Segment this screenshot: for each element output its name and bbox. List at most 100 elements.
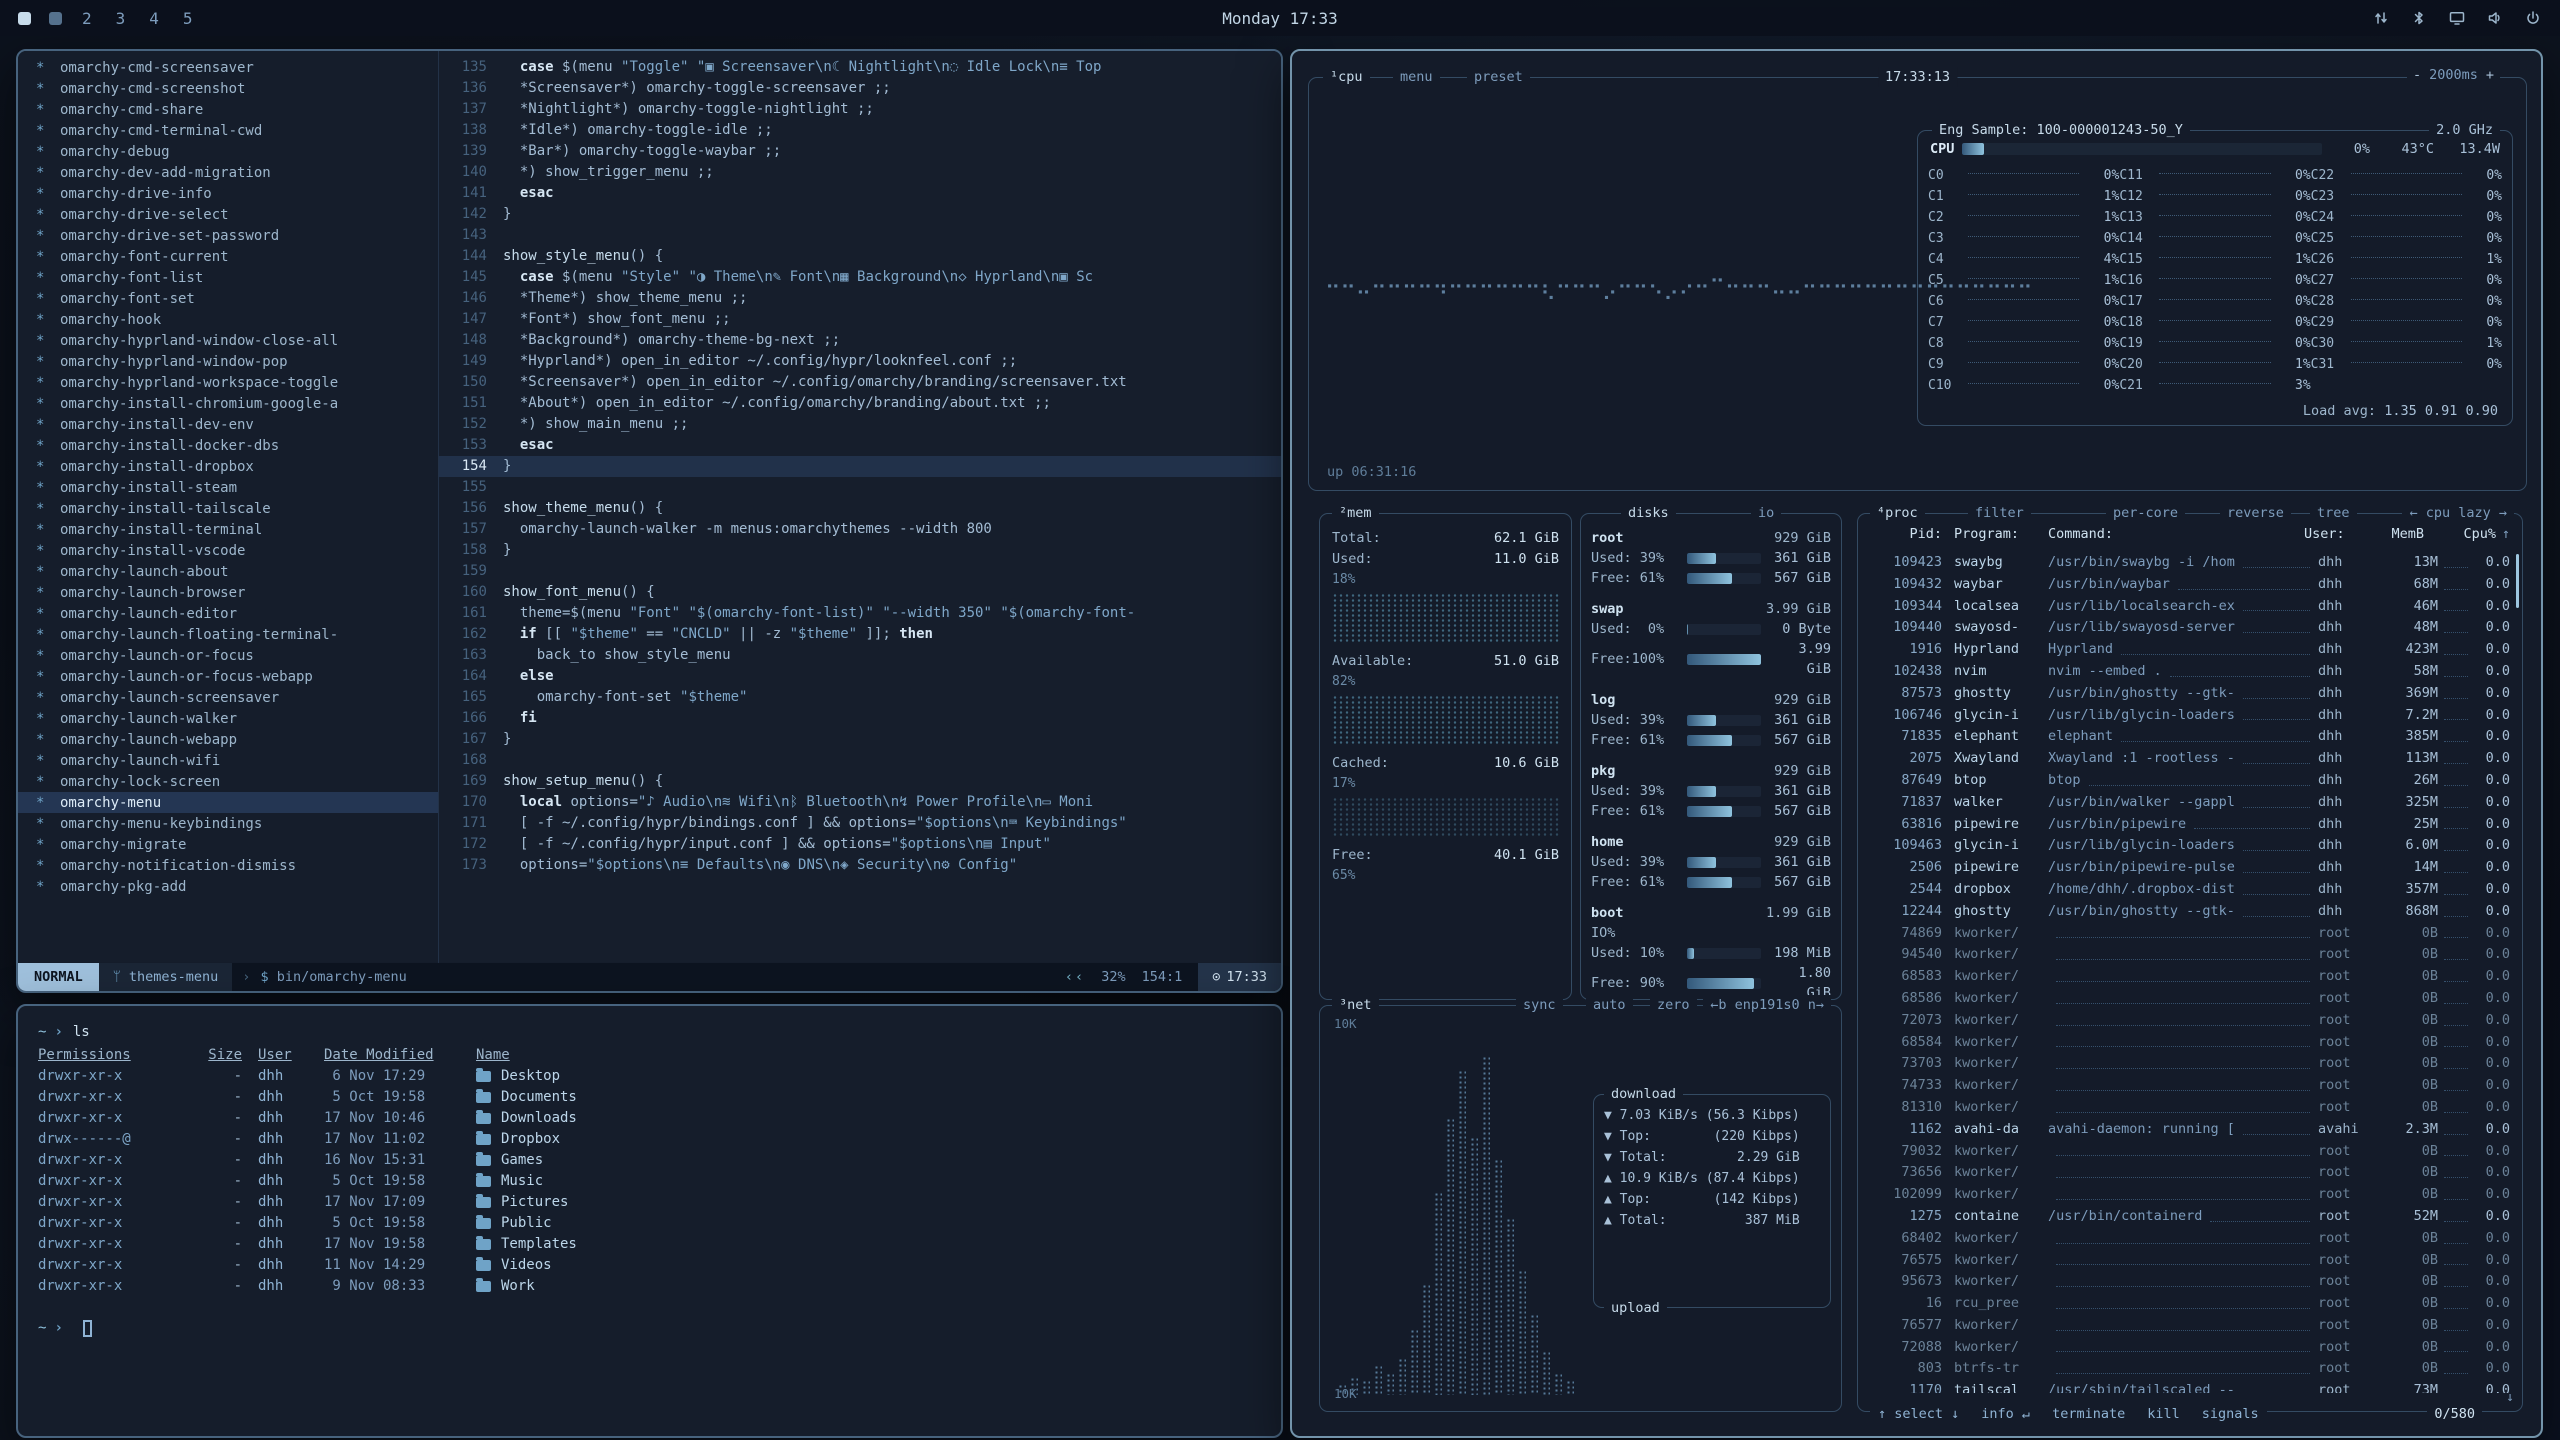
scroll-down-indicator[interactable]: ↓ (2506, 1390, 2514, 1405)
process-row[interactable]: 76575 kworker/ root 0B 0.0 (1868, 1250, 2510, 1272)
net-auto-toggle[interactable]: auto (1586, 995, 1633, 1015)
process-row[interactable]: 63816 pipewire /usr/bin/pipewire dhh 25M… (1868, 814, 2510, 836)
file-list-item[interactable]: * omarchy-launch-editor (18, 603, 438, 624)
menu-button[interactable]: menu (1393, 67, 1440, 87)
power-icon[interactable] (2524, 9, 2542, 27)
proc-tab[interactable]: ⁴proc (1870, 503, 1925, 523)
io-tab[interactable]: io (1751, 503, 1781, 523)
proc-filter-button[interactable]: filter (1968, 503, 2031, 523)
process-row[interactable]: 71835 elephant elephant dhh 385M 0.0 (1868, 726, 2510, 748)
file-list-item[interactable]: * omarchy-drive-info (18, 183, 438, 204)
process-row[interactable]: 87649 btop btop dhh 26M 0.0 (1868, 770, 2510, 792)
file-list-item[interactable]: * omarchy-font-list (18, 267, 438, 288)
code-line[interactable]: 158 } (439, 540, 1281, 561)
code-line[interactable]: 149 *Hyprland*) open_in_editor ~/.config… (439, 351, 1281, 372)
process-row[interactable]: 68586 kworker/ root 0B 0.0 (1868, 988, 2510, 1010)
net-sync-toggle[interactable]: sync (1516, 995, 1563, 1015)
file-list-item[interactable]: * omarchy-cmd-screenshot (18, 78, 438, 99)
display-icon[interactable] (2448, 9, 2466, 27)
process-row[interactable]: 68583 kworker/ root 0B 0.0 (1868, 966, 2510, 988)
btop-window[interactable]: ¹cpu menu preset 17:33:13 - 2000ms + ⠒⠒⠤… (1290, 49, 2543, 1438)
process-row[interactable]: 109423 swaybg /usr/bin/swaybg -i /hom dh… (1868, 552, 2510, 574)
code-line[interactable]: 139 *Bar*) omarchy-toggle-waybar ;; (439, 141, 1281, 162)
file-list-item[interactable]: * omarchy-menu (18, 792, 438, 813)
code-line[interactable]: 164 else (439, 666, 1281, 687)
workspace-icon[interactable] (49, 12, 62, 25)
code-line[interactable]: 157 omarchy-launch-walker -m menus:omarc… (439, 519, 1281, 540)
process-row[interactable]: 94540 kworker/ root 0B 0.0 (1868, 944, 2510, 966)
file-list-item[interactable]: * omarchy-launch-webapp (18, 729, 438, 750)
action-item[interactable]: kill (2147, 1406, 2180, 1422)
file-list-item[interactable]: * omarchy-install-dropbox (18, 456, 438, 477)
cpu-tab[interactable]: ¹cpu (1323, 67, 1370, 87)
file-list-item[interactable]: * omarchy-launch-about (18, 561, 438, 582)
net-zero-toggle[interactable]: zero (1650, 995, 1697, 1015)
code-line[interactable]: 156 show_theme_menu() { (439, 498, 1281, 519)
code-line[interactable]: 142 } (439, 204, 1281, 225)
code-line[interactable]: 162 if [[ "$theme" == "CNCLD" || -z "$th… (439, 624, 1281, 645)
file-list-item[interactable]: * omarchy-cmd-terminal-cwd (18, 120, 438, 141)
process-row[interactable]: 73703 kworker/ root 0B 0.0 (1868, 1053, 2510, 1075)
code-line[interactable]: 155 (439, 477, 1281, 498)
code-line[interactable]: 169 show_setup_menu() { (439, 771, 1281, 792)
workspace-item[interactable]: 3 (114, 9, 128, 28)
file-list-item[interactable]: * omarchy-cmd-screensaver (18, 57, 438, 78)
file-list-item[interactable]: * omarchy-hyprland-window-pop (18, 351, 438, 372)
process-row[interactable]: 102438 nvim nvim --embed . dhh 58M 0.0 (1868, 661, 2510, 683)
process-row[interactable]: 72073 kworker/ root 0B 0.0 (1868, 1010, 2510, 1032)
screen-share-icon[interactable] (2372, 9, 2390, 27)
file-list-item[interactable]: * omarchy-hook (18, 309, 438, 330)
code-line[interactable]: 167 } (439, 729, 1281, 750)
process-row[interactable]: 81310 kworker/ root 0B 0.0 (1868, 1097, 2510, 1119)
code-line[interactable]: 171 [ -f ~/.config/hypr/bindings.conf ] … (439, 813, 1281, 834)
file-list-item[interactable]: * omarchy-install-tailscale (18, 498, 438, 519)
file-list-item[interactable]: * omarchy-launch-floating-terminal- (18, 624, 438, 645)
process-row[interactable]: 74869 kworker/ root 0B 0.0 (1868, 923, 2510, 945)
process-row[interactable]: 109432 waybar /usr/bin/waybar dhh 68M 0.… (1868, 574, 2510, 596)
rate-decrease-button[interactable]: - (2413, 67, 2421, 83)
mem-tab[interactable]: ²mem (1332, 503, 1379, 523)
file-list-item[interactable]: * omarchy-pkg-add (18, 876, 438, 897)
process-row[interactable]: 95673 kworker/ root 0B 0.0 (1868, 1271, 2510, 1293)
code-line[interactable]: 172 [ -f ~/.config/hypr/input.conf ] && … (439, 834, 1281, 855)
file-list-item[interactable]: * omarchy-dev-add-migration (18, 162, 438, 183)
scroll-up-indicator[interactable]: ↑ (2496, 526, 2510, 542)
code-line[interactable]: 163 back_to show_style_menu (439, 645, 1281, 666)
code-line[interactable]: 145 case $(menu "Style" "◑ Theme\n✎ Font… (439, 267, 1281, 288)
file-list-item[interactable]: * omarchy-launch-browser (18, 582, 438, 603)
process-row[interactable]: 109463 glycin-i /usr/lib/glycin-loaders … (1868, 835, 2510, 857)
process-row[interactable]: 2506 pipewire /usr/bin/pipewire-pulse dh… (1868, 857, 2510, 879)
file-list-item[interactable]: * omarchy-notification-dismiss (18, 855, 438, 876)
code-line[interactable]: 146 *Theme*) show_theme_menu ;; (439, 288, 1281, 309)
file-list-item[interactable]: * omarchy-install-docker-dbs (18, 435, 438, 456)
code-line[interactable]: 153 esac (439, 435, 1281, 456)
net-interface-selector[interactable]: ←b enp191s0 n→ (1703, 995, 1831, 1015)
file-list-item[interactable]: * omarchy-launch-wifi (18, 750, 438, 771)
file-list-item[interactable]: * omarchy-lock-screen (18, 771, 438, 792)
code-line[interactable]: 143 (439, 225, 1281, 246)
process-row[interactable]: 12244 ghostty /usr/bin/ghostty --gtk- dh… (1868, 901, 2510, 923)
process-row[interactable]: 2544 dropbox /home/dhh/.dropbox-dist dhh… (1868, 879, 2510, 901)
file-list-item[interactable]: * omarchy-launch-walker (18, 708, 438, 729)
file-list-item[interactable]: * omarchy-drive-select (18, 204, 438, 225)
proc-tree-toggle[interactable]: tree (2310, 503, 2357, 523)
action-item[interactable]: terminate (2052, 1406, 2125, 1422)
code-line[interactable]: 150 *Screensaver*) open_in_editor ~/.con… (439, 372, 1281, 393)
file-list-item[interactable]: * omarchy-install-steam (18, 477, 438, 498)
net-tab[interactable]: ³net (1332, 995, 1379, 1015)
process-row[interactable]: 1275 containe /usr/bin/containerd root 5… (1868, 1206, 2510, 1228)
file-list-item[interactable]: * omarchy-cmd-share (18, 99, 438, 120)
file-list-item[interactable]: * omarchy-install-dev-env (18, 414, 438, 435)
process-row[interactable]: 76577 kworker/ root 0B 0.0 (1868, 1315, 2510, 1337)
code-line[interactable]: 138 *Idle*) omarchy-toggle-idle ;; (439, 120, 1281, 141)
code-line[interactable]: 151 *About*) open_in_editor ~/.config/om… (439, 393, 1281, 414)
process-row[interactable]: 72088 kworker/ root 0B 0.0 (1868, 1337, 2510, 1359)
terminal-window[interactable]: ~ › ls PermissionsSizeUserDate ModifiedN… (16, 1004, 1283, 1438)
file-list-item[interactable]: * omarchy-install-terminal (18, 519, 438, 540)
code-line[interactable]: 140 *) show_trigger_menu ;; (439, 162, 1281, 183)
process-table-header[interactable]: Pid: Program: Command: User: MemB Cpu% ↑ (1868, 526, 2510, 542)
code-line[interactable]: 161 theme=$(menu "Font" "$(omarchy-font-… (439, 603, 1281, 624)
bluetooth-icon[interactable] (2410, 9, 2428, 27)
code-line[interactable]: 152 *) show_main_menu ;; (439, 414, 1281, 435)
file-list-item[interactable]: * omarchy-hyprland-workspace-toggle (18, 372, 438, 393)
